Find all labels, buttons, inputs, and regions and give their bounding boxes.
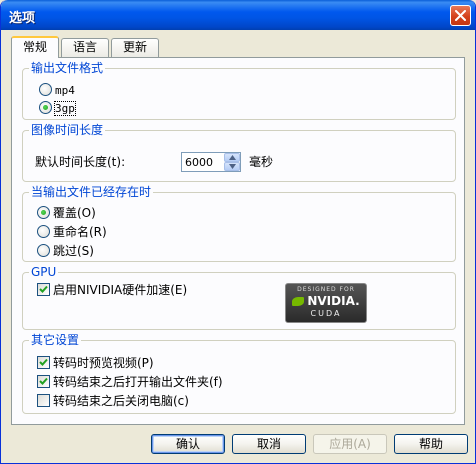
- preview-video-check-box[interactable]: [37, 356, 50, 369]
- tab-language[interactable]: 语言: [61, 38, 109, 57]
- radio-3gp-label: 3gp: [54, 101, 76, 116]
- radio-mp4-label: mp4: [55, 84, 75, 97]
- radio-skip[interactable]: 跳过(S): [37, 243, 94, 259]
- options-dialog: 选项 常规 语言 更新 输出文件格式 mp4 3gp 图像时间长度 默认时间长度…: [0, 0, 476, 464]
- gpu-title: GPU: [29, 265, 59, 279]
- preview-video-checkbox[interactable]: 转码时预览视频(P): [37, 355, 154, 371]
- arrow-down-icon: [229, 164, 236, 169]
- close-icon: [455, 10, 466, 21]
- gpu-group: GPU 启用NIVIDIA硬件加速(E) DESIGNED FOR NVIDIA…: [22, 265, 456, 330]
- radio-mp4-indicator[interactable]: [39, 83, 52, 96]
- image-duration-group: 图像时间长度 默认时间长度(t): 毫秒: [22, 123, 456, 182]
- duration-stepper[interactable]: [181, 152, 241, 172]
- stepper-down-button[interactable]: [224, 162, 240, 171]
- preview-video-label: 转码时预览视频(P): [53, 356, 154, 370]
- nvidia-eye-icon: [292, 296, 305, 306]
- nvidia-cuda-badge: DESIGNED FOR NVIDIA. CUDA: [285, 283, 367, 323]
- radio-rename-indicator[interactable]: [37, 225, 50, 238]
- checkmark-icon: [39, 377, 48, 385]
- stepper-up-button[interactable]: [224, 153, 240, 162]
- open-folder-checkbox[interactable]: 转码结束之后打开输出文件夹(f): [37, 374, 223, 390]
- arrow-up-icon: [229, 155, 236, 160]
- nvidia-badge-top: DESIGNED FOR: [297, 286, 355, 293]
- other-settings-group: 其它设置 转码时预览视频(P) 转码结束之后打开输出文件夹(f) 转码结束之后关…: [22, 333, 456, 414]
- output-format-title: 输出文件格式: [29, 61, 106, 75]
- radio-mp4[interactable]: mp4: [39, 82, 75, 98]
- radio-rename[interactable]: 重命名(R): [37, 224, 107, 240]
- cancel-button[interactable]: 取消: [232, 434, 306, 454]
- checkmark-icon: [39, 358, 48, 366]
- duration-input[interactable]: [182, 153, 224, 171]
- file-exists-title: 当输出文件已经存在时: [29, 185, 154, 199]
- other-settings-title: 其它设置: [29, 333, 82, 347]
- apply-button[interactable]: 应用(A): [313, 434, 387, 454]
- general-tab-panel: 输出文件格式 mp4 3gp 图像时间长度 默认时间长度(t): 毫秒: [11, 57, 465, 425]
- tab-general[interactable]: 常规: [11, 36, 59, 58]
- duration-label: 默认时间长度(t):: [35, 155, 126, 169]
- help-button[interactable]: 帮助: [394, 434, 468, 454]
- image-duration-title: 图像时间长度: [29, 123, 106, 137]
- radio-3gp-indicator[interactable]: [39, 101, 52, 114]
- checkmark-icon: [39, 285, 48, 293]
- nvidia-badge-brand-row: NVIDIA.: [286, 294, 366, 308]
- radio-overwrite-indicator[interactable]: [37, 206, 50, 219]
- tab-update[interactable]: 更新: [111, 38, 159, 57]
- shutdown-check-box[interactable]: [37, 394, 50, 407]
- radio-overwrite[interactable]: 覆盖(O): [37, 205, 96, 221]
- radio-3gp[interactable]: 3gp: [39, 100, 76, 116]
- title-bar[interactable]: 选项: [1, 0, 475, 30]
- gpu-acceleration-label: 启用NIVIDIA硬件加速(E): [53, 283, 188, 297]
- shutdown-checkbox[interactable]: 转码结束之后关闭电脑(c): [37, 393, 189, 409]
- gpu-acceleration-check-box[interactable]: [37, 283, 50, 296]
- shutdown-label: 转码结束之后关闭电脑(c): [53, 394, 189, 408]
- radio-skip-label: 跳过(S): [53, 244, 94, 258]
- close-button[interactable]: [450, 5, 471, 26]
- ok-button[interactable]: 确认: [151, 434, 225, 454]
- gpu-acceleration-checkbox[interactable]: 启用NIVIDIA硬件加速(E): [37, 282, 187, 298]
- radio-skip-indicator[interactable]: [37, 244, 50, 257]
- nvidia-badge-brand: NVIDIA.: [307, 294, 360, 308]
- open-folder-check-box[interactable]: [37, 375, 50, 388]
- radio-overwrite-label: 覆盖(O): [53, 206, 96, 220]
- nvidia-badge-product: CUDA: [310, 309, 342, 318]
- duration-unit: 毫秒: [249, 155, 274, 169]
- output-format-group: 输出文件格式 mp4 3gp: [22, 61, 456, 120]
- open-folder-label: 转码结束之后打开输出文件夹(f): [53, 375, 223, 389]
- window-title: 选项: [9, 11, 36, 26]
- file-exists-group: 当输出文件已经存在时 覆盖(O) 重命名(R) 跳过(S): [22, 185, 456, 262]
- radio-rename-label: 重命名(R): [53, 225, 107, 239]
